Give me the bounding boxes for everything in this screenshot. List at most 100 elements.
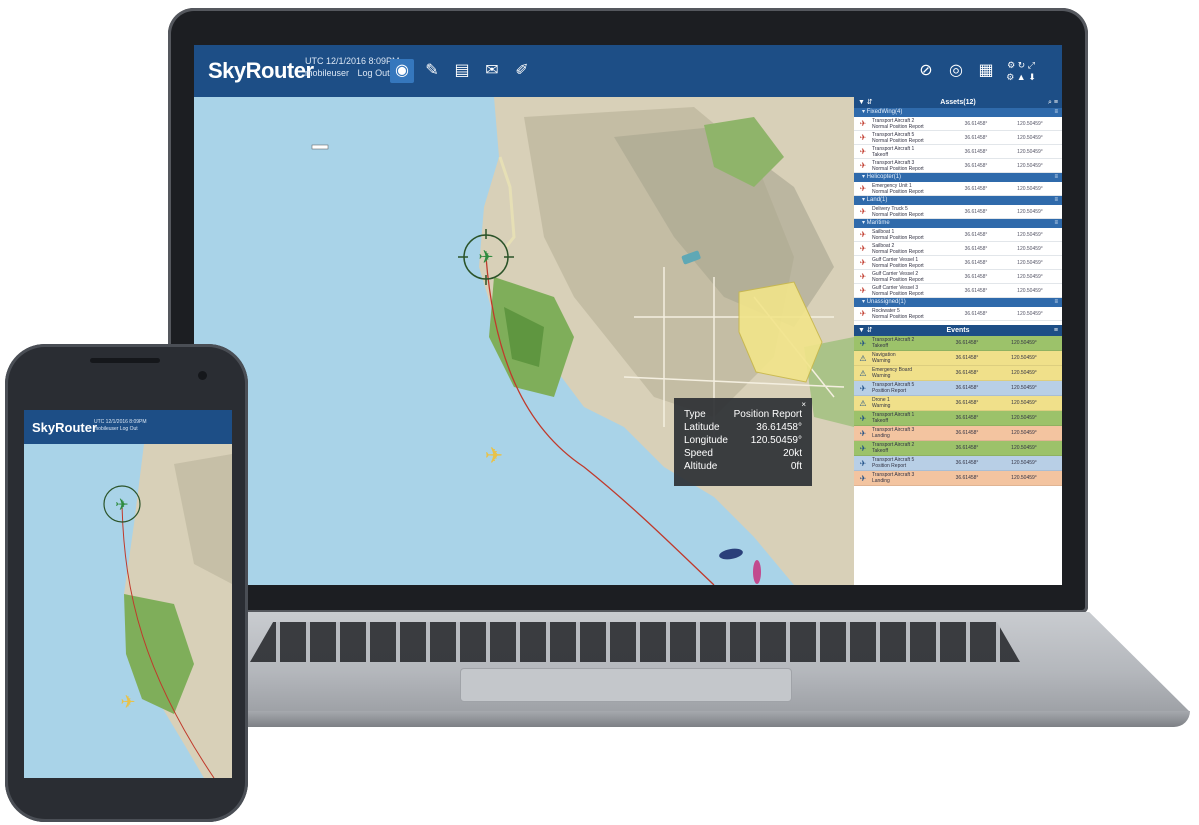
- asset-row[interactable]: ✈ Emergency Unit 1 Normal Position Report 3…: [854, 182, 1062, 196]
- asset-type-icon: ✈: [859, 230, 867, 239]
- event-position: 120.50459°: [1011, 385, 1037, 391]
- event-row[interactable]: ✈ Transport Aircraft 3 Landing 36.61458° 120…: [854, 471, 1062, 486]
- asset-row[interactable]: ✈ Rockwater 5 Normal Position Report 36.614…: [854, 307, 1062, 321]
- event-position: 120.50459°: [1011, 370, 1037, 376]
- event-type: Warning: [872, 373, 891, 379]
- phone-brand-logo[interactable]: SkyRouter: [32, 420, 97, 435]
- asset-group-header[interactable]: ▾ Unassigned(1) ≡: [854, 298, 1062, 307]
- logout-link[interactable]: Log Out: [358, 68, 390, 78]
- assets-header: ▼ ⇵ Assets(12) ⌕ ≡: [854, 97, 1062, 108]
- phone-screen: SkyRouter UTC 12/1/2016 8:09PM mobileuse…: [24, 410, 232, 778]
- asset-row[interactable]: ✈ Sailboat 1 Normal Position Report 36.6145…: [854, 228, 1062, 242]
- menu-icon[interactable]: ≡: [1054, 196, 1058, 205]
- tooltip-row: Altitude 0ft: [674, 460, 812, 473]
- asset-name: Sailboat 1 Normal Position Report: [872, 229, 950, 241]
- asset-info: 120.50459°: [1017, 185, 1043, 192]
- layers-icon[interactable]: ⊘: [914, 59, 938, 83]
- mail-icon[interactable]: ✉: [480, 59, 504, 83]
- asset-status: Normal Position Report: [872, 188, 924, 195]
- asset-coord: 36.61458°: [964, 148, 988, 155]
- asset-row[interactable]: ✈ Gulf Carrier Vessel 3 Normal Position Re…: [854, 284, 1062, 298]
- event-row[interactable]: ⚠ Navigation Warning 36.61458° 120.50459°: [854, 351, 1062, 366]
- edit-icon[interactable]: ✐: [510, 59, 534, 83]
- wrench-icon[interactable]: ✎: [420, 59, 444, 83]
- event-row[interactable]: ✈ Transport Aircraft 2 Takeoff 36.61458° 120…: [854, 336, 1062, 351]
- asset-group-header[interactable]: ▾ Helicopter(1) ≡: [854, 173, 1062, 182]
- event-position: 120.50459°: [1011, 415, 1037, 421]
- asset-group-name: ▾ Maritime: [862, 220, 890, 226]
- event-name: Transport Aircraft 3 Landing: [872, 472, 944, 484]
- search-icon[interactable]: ⌕ ≡: [1048, 97, 1058, 108]
- brand-logo[interactable]: SkyRouter: [208, 58, 314, 84]
- asset-group-header[interactable]: ▾ Land(1) ≡: [854, 196, 1062, 205]
- event-row[interactable]: ✈ Transport Aircraft 2 Takeoff 36.61458° 120…: [854, 441, 1062, 456]
- event-position: 120.50459°: [1011, 460, 1037, 466]
- event-type: Warning: [872, 358, 891, 364]
- globe-icon[interactable]: ◉: [390, 59, 414, 83]
- event-name: Transport Aircraft 5 Position Report: [872, 457, 944, 469]
- asset-coord: 36.61458°: [964, 208, 988, 215]
- plane-icon: ✈: [859, 473, 867, 483]
- asset-name: Gulf Carrier Vessel 2 Normal Position Rep…: [872, 271, 950, 283]
- asset-name: Sailboat 2 Normal Position Report: [872, 243, 950, 255]
- phone-speaker: [90, 358, 160, 363]
- asset-row[interactable]: ✈ Gulf Carrier Vessel 1 Normal Position Re…: [854, 256, 1062, 270]
- svg-text:✈: ✈: [485, 444, 503, 469]
- document-icon[interactable]: ▤: [450, 59, 474, 83]
- event-type: Landing: [872, 478, 890, 484]
- asset-info: 120.50459°: [1017, 287, 1043, 294]
- menu-icon[interactable]: ≡: [1054, 173, 1058, 182]
- asset-info: 120.50459°: [1017, 148, 1043, 155]
- asset-row[interactable]: ✈ Delivery Truck 5 Normal Position Report 3…: [854, 205, 1062, 219]
- warning-icon: ⚠: [859, 368, 867, 378]
- asset-status: Normal Position Report: [872, 123, 924, 130]
- asset-group-header[interactable]: ▾ FixedWing(4) ≡: [854, 108, 1062, 117]
- event-position: 120.50459°: [1011, 430, 1037, 436]
- tooltip-value: Position Report: [733, 409, 802, 420]
- map-view[interactable]: ✈ ✈: [194, 97, 854, 585]
- asset-row[interactable]: ✈ Transport Aircraft 3 Normal Position Rep…: [854, 159, 1062, 173]
- event-row[interactable]: ✈ Transport Aircraft 5 Position Report 36.6…: [854, 456, 1062, 471]
- phone-clock: UTC 12/1/2016 8:09PM: [94, 419, 147, 425]
- asset-row[interactable]: ✈ Transport Aircraft 5 Normal Position Rep…: [854, 131, 1062, 145]
- menu-icon[interactable]: ≡: [1054, 325, 1058, 336]
- close-icon[interactable]: ×: [674, 398, 812, 409]
- asset-status: Normal Position Report: [872, 165, 924, 172]
- grid-icon[interactable]: ▦: [974, 59, 998, 83]
- event-row[interactable]: ✈ Transport Aircraft 5 Position Report 36.6…: [854, 381, 1062, 396]
- asset-type-icon: ✈: [859, 184, 867, 193]
- tooltip-key: Altitude: [684, 461, 718, 472]
- asset-row[interactable]: ✈ Sailboat 2 Normal Position Report 36.6145…: [854, 242, 1062, 256]
- event-row[interactable]: ✈ Transport Aircraft 3 Landing 36.61458° 120…: [854, 426, 1062, 441]
- asset-row[interactable]: ✈ Gulf Carrier Vessel 2 Normal Position Re…: [854, 270, 1062, 284]
- event-row[interactable]: ✈ Transport Aircraft 1 Takeoff 36.61458° 120…: [854, 411, 1062, 426]
- phone-map-view[interactable]: ✈ ✈: [24, 444, 232, 778]
- asset-name: Emergency Unit 1 Normal Position Report: [872, 183, 950, 195]
- asset-row[interactable]: ✈ Transport Aircraft 1 Takeoff 36.61458° 120…: [854, 145, 1062, 159]
- svg-text:✈: ✈: [478, 247, 493, 268]
- event-row[interactable]: ⚠ Emergency Board Warning 36.61458° 120.5045…: [854, 366, 1062, 381]
- asset-group-header[interactable]: ▾ Maritime ≡: [854, 219, 1062, 228]
- event-position: 120.50459°: [1011, 355, 1037, 361]
- menu-icon[interactable]: ≡: [1054, 298, 1058, 307]
- settings-icon[interactable]: ⚙ ↻ ⤢ ⚙ ▲ ⬇: [1004, 59, 1038, 83]
- asset-coord: 36.61458°: [964, 273, 988, 280]
- menu-icon[interactable]: ≡: [1054, 108, 1058, 117]
- event-value: 36.61458°: [955, 430, 979, 436]
- assets-title: Assets(12): [940, 99, 976, 106]
- asset-row[interactable]: ✈ Transport Aircraft 2 Normal Position Rep…: [854, 117, 1062, 131]
- plane-icon: ✈: [859, 338, 867, 348]
- asset-coord: 36.61458°: [964, 245, 988, 252]
- asset-status: Normal Position Report: [872, 262, 924, 269]
- asset-status: Normal Position Report: [872, 137, 924, 144]
- event-type: Warning: [872, 403, 891, 409]
- event-row[interactable]: ⚠ Drone 1 Warning 36.61458° 120.50459°: [854, 396, 1062, 411]
- asset-info: 120.50459°: [1017, 120, 1043, 127]
- compass-icon[interactable]: ◎: [944, 59, 968, 83]
- asset-tooltip: × Type Position Report Latitude 36.61458° Lo…: [674, 398, 812, 486]
- asset-type-icon: ✈: [859, 258, 867, 267]
- menu-icon[interactable]: ≡: [1054, 219, 1058, 228]
- asset-type-icon: ✈: [859, 133, 867, 142]
- asset-status: Normal Position Report: [872, 234, 924, 241]
- asset-info: 120.50459°: [1017, 245, 1043, 252]
